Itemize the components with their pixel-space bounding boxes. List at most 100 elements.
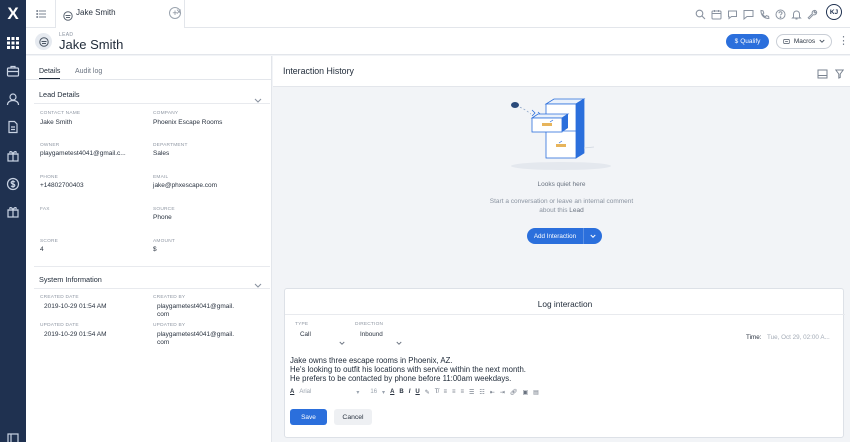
divider <box>34 266 270 267</box>
bold-icon[interactable]: B <box>399 389 403 395</box>
record-name: Jake Smith <box>59 37 124 52</box>
text-color-icon[interactable]: A <box>390 389 394 395</box>
hint-prefix: about this <box>539 207 568 214</box>
message-icon[interactable] <box>743 7 754 20</box>
chevron-down-icon[interactable]: ▾ <box>356 389 359 396</box>
apps-grid-icon[interactable] <box>6 36 20 50</box>
link-icon[interactable]: 🔗︎ <box>510 389 518 396</box>
list-icon[interactable] <box>36 7 48 19</box>
bullet-list-icon[interactable]: ☰ <box>469 389 474 396</box>
align-right-icon[interactable]: ≡ <box>461 389 465 395</box>
phone-label: PHONE <box>40 175 59 180</box>
department-label: DEPARTMENT <box>153 143 188 148</box>
note-line[interactable]: Jake owns three escape rooms in Phoenix,… <box>290 356 453 365</box>
highlight-icon[interactable]: ✎ <box>425 389 430 396</box>
updated-by-value-cont: com <box>157 339 170 346</box>
attach-icon[interactable]: ▤ <box>533 389 539 396</box>
more-options-icon[interactable]: ⋮ <box>838 34 849 47</box>
updated-date-label: UPDATED DATE <box>40 323 79 328</box>
phone-value[interactable]: +14802700403 <box>40 182 84 189</box>
interaction-history-title: Interaction History <box>283 66 354 76</box>
company-label: COMPANY <box>153 111 179 116</box>
type-select[interactable]: Call <box>300 331 311 338</box>
score-value[interactable]: 4 <box>40 246 44 253</box>
macros-dropdown[interactable]: Macros <box>776 34 832 49</box>
bell-icon[interactable] <box>791 7 802 19</box>
email-value[interactable]: jake@phxescape.com <box>153 182 217 189</box>
chevron-down-icon[interactable] <box>584 228 602 244</box>
department-value[interactable]: Sales <box>153 150 169 157</box>
tab-details[interactable]: Details <box>39 68 61 79</box>
direction-select[interactable]: Inbound <box>360 331 383 338</box>
qualify-button[interactable]: $ Qualify <box>726 34 769 49</box>
briefcase-icon[interactable] <box>6 64 20 78</box>
calendar-icon[interactable] <box>711 7 722 19</box>
font-color-icon[interactable]: A <box>290 389 294 395</box>
gift-icon[interactable] <box>6 149 20 163</box>
left-nav-rail: X <box>0 0 26 442</box>
help-icon[interactable] <box>775 7 786 19</box>
dollar-icon[interactable] <box>6 177 20 191</box>
hint-lead: Lead <box>569 207 584 214</box>
owner-value[interactable]: playgametest4041@gmail.c... <box>40 150 126 157</box>
divider <box>34 288 270 289</box>
gift-icon[interactable] <box>6 205 20 219</box>
note-line[interactable]: He's looking to outfit his locations wit… <box>290 365 526 374</box>
system-information-heading[interactable]: System Information <box>39 275 102 284</box>
underline-icon[interactable]: U <box>415 389 419 395</box>
created-date-label: CREATED DATE <box>40 295 79 300</box>
app-logo[interactable]: X <box>0 0 26 28</box>
save-button[interactable]: Save <box>290 409 327 425</box>
chevron-down-icon[interactable] <box>339 333 345 345</box>
amount-value[interactable]: $ <box>153 246 157 253</box>
add-interaction-button[interactable]: Add Interaction <box>527 228 584 244</box>
created-date-value: 2019-10-29 01:54 AM <box>44 303 107 310</box>
chevron-down-icon[interactable]: ▾ <box>382 389 385 396</box>
empty-state-illustration <box>506 98 626 173</box>
collapse-icon[interactable] <box>6 432 20 442</box>
add-interaction-split-button: Add Interaction <box>527 228 602 244</box>
tab-audit-log[interactable]: Audit log <box>75 68 102 75</box>
image-icon[interactable]: ▣ <box>522 389 528 396</box>
align-left-icon[interactable]: ≡ <box>443 389 447 395</box>
font-family-select[interactable]: Arial <box>299 389 351 395</box>
tab-label: Jake Smith <box>76 8 116 17</box>
updated-by-label: UPDATED BY <box>153 323 186 328</box>
chat-icon[interactable] <box>727 7 738 20</box>
filter-icon[interactable] <box>834 66 845 79</box>
numbered-list-icon[interactable]: ☷ <box>479 389 484 396</box>
align-center-icon[interactable]: ≡ <box>452 389 456 395</box>
person-icon[interactable] <box>6 92 20 106</box>
contact-name-value[interactable]: Jake Smith <box>40 119 72 126</box>
chevron-down-icon[interactable] <box>396 333 402 345</box>
divider <box>34 103 270 104</box>
user-avatar[interactable]: KJ <box>826 4 842 20</box>
search-icon[interactable] <box>695 7 706 19</box>
type-label: TYPE <box>295 322 309 327</box>
clear-format-icon[interactable]: T̸ <box>435 389 439 395</box>
updated-date-value: 2019-10-29 01:54 AM <box>44 331 107 338</box>
lead-details-heading[interactable]: Lead Details <box>39 90 80 99</box>
chevron-down-icon[interactable] <box>254 91 262 103</box>
divider <box>285 314 845 315</box>
source-value[interactable]: Phone <box>153 214 172 221</box>
phone-icon[interactable] <box>759 7 770 19</box>
add-tab-button[interactable]: + <box>169 7 181 19</box>
cancel-button[interactable]: Cancel <box>334 409 372 425</box>
wrench-icon[interactable] <box>807 7 818 20</box>
note-line[interactable]: He prefers to be contacted by phone befo… <box>290 374 511 383</box>
document-icon[interactable] <box>6 120 20 134</box>
contact-name-label: CONTACT NAME <box>40 111 81 116</box>
created-by-value: playgametest4041@gmail. <box>157 303 235 310</box>
chevron-down-icon[interactable] <box>254 276 262 288</box>
outdent-icon[interactable]: ⇤ <box>490 389 495 396</box>
empty-state-hint-2: about this Lead <box>273 207 850 214</box>
tab-jake-smith[interactable]: Jake Smith × <box>55 0 185 28</box>
indent-icon[interactable]: ⇥ <box>500 389 505 396</box>
company-value[interactable]: Phoenix Escape Rooms <box>153 119 222 126</box>
font-size-select[interactable]: 16 <box>370 389 377 395</box>
time-input[interactable]: Tue, Oct 29, 02:00 A... <box>767 334 830 341</box>
layout-icon[interactable] <box>817 66 828 79</box>
italic-icon[interactable]: I <box>409 389 411 395</box>
empty-state-title: Looks quiet here <box>537 181 586 188</box>
